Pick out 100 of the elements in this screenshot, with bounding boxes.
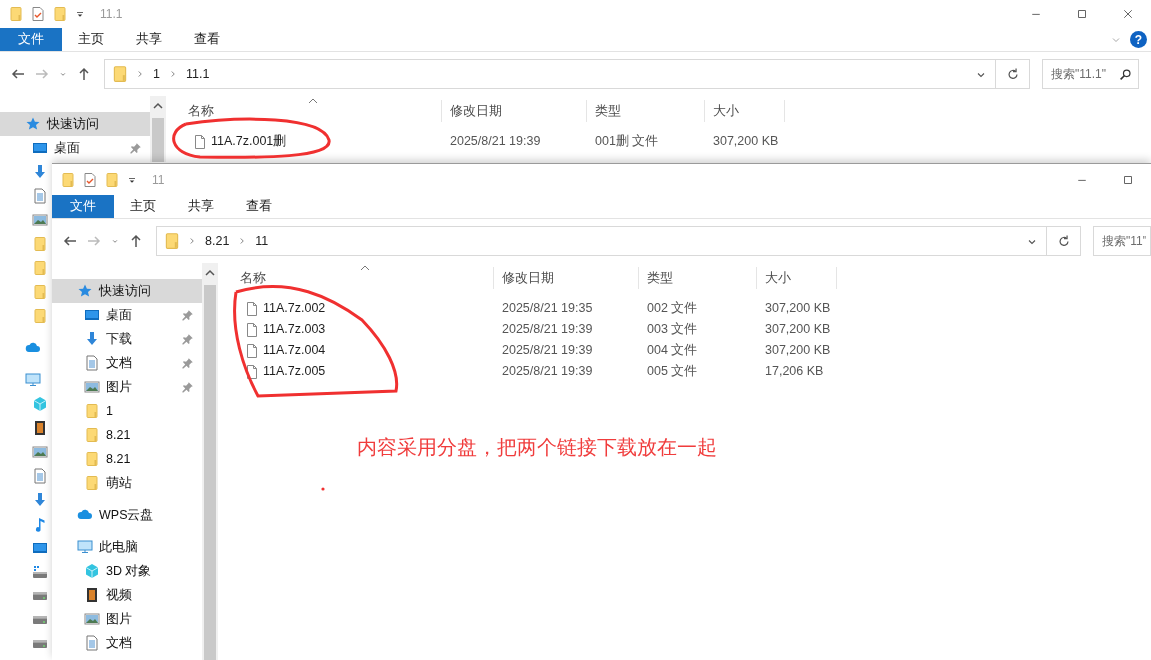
column-header[interactable]: 大小 <box>757 267 837 289</box>
folder-icon[interactable] <box>104 171 120 188</box>
sidebar-item[interactable]: 8.21 <box>52 423 202 447</box>
image-icon <box>32 212 48 228</box>
desktop-icon <box>84 307 100 323</box>
sidebar-item[interactable]: 图片 <box>52 607 202 631</box>
column-header[interactable]: 名称 <box>218 267 494 289</box>
scroll-up-icon[interactable] <box>205 269 215 276</box>
sidebar-item[interactable]: 8.21 <box>52 447 202 471</box>
drive-icon <box>32 592 48 600</box>
refresh-button[interactable] <box>996 59 1030 89</box>
ribbon-tab[interactable]: 文件 <box>0 28 62 51</box>
breadcrumb[interactable]: 1 <box>151 64 162 84</box>
computer-icon <box>25 372 41 388</box>
file-name[interactable]: 11A.7z.005 <box>263 362 326 381</box>
properties-icon[interactable] <box>30 6 46 22</box>
help-button[interactable]: ? <box>1130 31 1147 48</box>
film-icon <box>32 420 48 436</box>
film-icon <box>84 587 100 603</box>
folder-icon[interactable] <box>60 171 76 188</box>
document-icon <box>84 635 100 651</box>
drive-icon <box>32 616 48 624</box>
sidebar-item[interactable]: 视频 <box>52 583 202 607</box>
folder-icon <box>84 475 100 491</box>
file-name[interactable]: 11A.7z.002 <box>263 299 326 318</box>
column-header[interactable]: 修改日期 <box>494 267 639 289</box>
folder-icon <box>84 427 100 443</box>
column-header[interactable]: 修改日期 <box>442 100 587 122</box>
sidebar-item[interactable]: 下载 <box>52 327 202 351</box>
sidebar-item[interactable]: 3D 对象 <box>52 559 202 583</box>
network-drive-icon <box>32 564 48 580</box>
sidebar-item[interactable]: 萌站 <box>52 471 202 495</box>
column-header[interactable]: 大小 <box>705 100 785 122</box>
folder-icon[interactable] <box>8 6 24 22</box>
file-type: 003 文件 <box>646 321 699 339</box>
window-title: 11.1 <box>100 6 123 23</box>
search-field[interactable]: 搜索"11" <box>1093 226 1151 256</box>
address-bar[interactable]: 1 11.1 <box>104 59 996 89</box>
sidebar-item[interactable]: 快速访问 <box>0 112 150 136</box>
breadcrumb[interactable]: 8.21 <box>203 231 232 251</box>
column-header[interactable]: 类型 <box>639 267 757 289</box>
column-header[interactable]: 类型 <box>587 100 705 122</box>
address-bar[interactable]: 8.21 11 <box>156 226 1047 256</box>
file-size: 307,200 KB <box>712 133 780 151</box>
search-field[interactable]: 搜索"11.1" <box>1042 59 1139 89</box>
ribbon-tab[interactable]: 查看 <box>230 195 288 218</box>
desktop-icon <box>32 140 48 156</box>
folder-icon[interactable] <box>52 6 68 22</box>
folder-icon <box>163 232 181 250</box>
sidebar-item[interactable]: WPS云盘 <box>52 503 202 527</box>
ribbon-tab[interactable]: 共享 <box>120 28 178 51</box>
file-icon <box>244 300 260 317</box>
sidebar-item[interactable]: 桌面 <box>52 303 202 327</box>
cube-icon <box>32 396 48 412</box>
document-icon <box>84 355 100 371</box>
file-name[interactable]: 11A.7z.003 <box>263 320 326 339</box>
file-type: 005 文件 <box>646 363 699 381</box>
scrollbar[interactable] <box>150 96 166 162</box>
pin-icon <box>181 308 194 322</box>
file-name[interactable]: 11A.7z.004 <box>263 341 326 360</box>
file-size: 307,200 KB <box>764 321 832 339</box>
ribbon-tab[interactable]: 主页 <box>62 28 120 51</box>
sidebar-item[interactable]: 快速访问 <box>52 279 202 303</box>
download-icon <box>84 331 100 347</box>
file-name[interactable]: 11A.7z.001删 <box>211 132 287 151</box>
scrollbar-thumb[interactable] <box>152 118 164 162</box>
pin-icon <box>181 332 194 346</box>
sidebar-item[interactable]: 文档 <box>52 631 202 655</box>
drive-icon <box>32 640 48 648</box>
window-title: 11 <box>152 171 165 189</box>
scrollbar-thumb[interactable] <box>204 285 216 660</box>
file-type: 001删 文件 <box>594 133 660 151</box>
computer-icon <box>77 539 93 555</box>
annotation-dot <box>321 487 325 491</box>
sidebar-item[interactable]: 1 <box>52 399 202 423</box>
column-header[interactable]: 名称 <box>166 100 442 122</box>
scroll-up-icon[interactable] <box>153 102 163 109</box>
sidebar-item[interactable]: 桌面 <box>0 136 150 160</box>
file-size: 307,200 KB <box>764 300 832 318</box>
scrollbar[interactable] <box>202 263 218 660</box>
breadcrumb[interactable]: 11.1 <box>183 64 212 84</box>
sidebar-item[interactable]: 图片 <box>52 375 202 399</box>
sidebar-item[interactable]: 此电脑 <box>52 535 202 559</box>
star-icon <box>25 116 41 132</box>
ribbon-tab[interactable]: 共享 <box>172 195 230 218</box>
close-icon <box>1122 8 1134 20</box>
date-modified: 2025/8/21 19:35 <box>501 300 594 318</box>
ribbon-tab[interactable]: 主页 <box>114 195 172 218</box>
file-icon <box>244 342 260 359</box>
properties-icon[interactable] <box>82 171 98 188</box>
image-icon <box>84 379 100 395</box>
refresh-button[interactable] <box>1047 226 1081 256</box>
breadcrumb[interactable]: 11 <box>253 231 271 251</box>
folder-icon <box>32 284 48 300</box>
ribbon-tab[interactable]: 查看 <box>178 28 236 51</box>
file-size: 307,200 KB <box>764 342 832 360</box>
date-modified: 2025/8/21 19:39 <box>501 342 594 360</box>
ribbon-tab[interactable]: 文件 <box>52 195 114 218</box>
image-icon <box>32 444 48 460</box>
sidebar-item[interactable]: 文档 <box>52 351 202 375</box>
